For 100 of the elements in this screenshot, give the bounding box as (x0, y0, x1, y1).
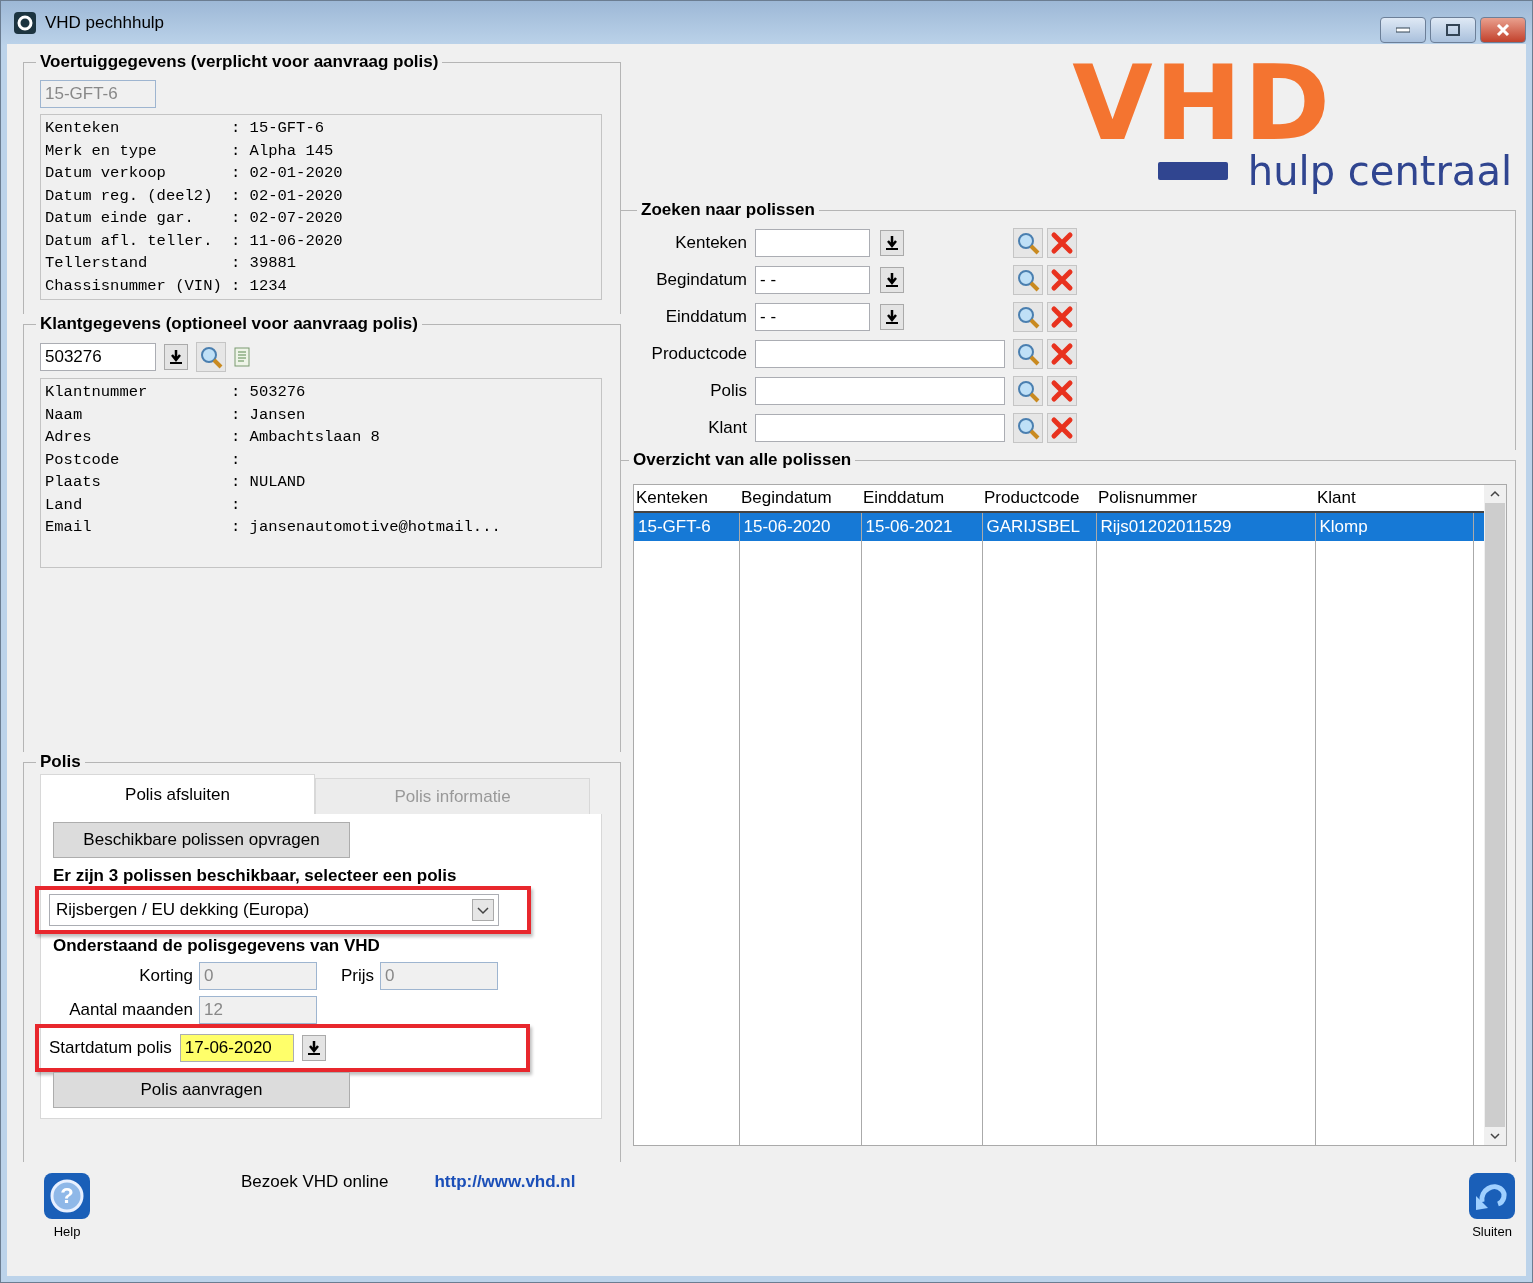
clear-icon[interactable] (1047, 412, 1077, 443)
separator-text: : (231, 449, 241, 471)
field-label: Prijs (341, 966, 375, 986)
scrollbar[interactable] (1484, 485, 1506, 1145)
field-label: Polis (709, 380, 747, 401)
field-label: Begindatum (655, 269, 747, 290)
info-value: Alpha 145 (249, 140, 334, 162)
clear-icon[interactable] (1047, 338, 1077, 369)
info-label: Datum reg. (deel2) (45, 185, 213, 207)
search-field[interactable] (755, 228, 870, 257)
start-date-field[interactable]: 17-06-2020 (179, 1034, 294, 1062)
info-value: 503276 (249, 382, 306, 403)
search-field[interactable] (755, 413, 1005, 442)
info-label: Datum verkoop (45, 163, 166, 184)
info-value: 39881 (249, 253, 297, 274)
separator-text: : (231, 472, 241, 493)
info-value: Jansen (249, 404, 306, 426)
window-title: VHD pechhhulp (45, 12, 165, 33)
caret-icon (472, 899, 494, 921)
search-icon[interactable] (1013, 375, 1043, 406)
search-icon[interactable] (196, 342, 226, 372)
info-label: Naam (45, 404, 83, 426)
search-icon[interactable] (1013, 412, 1043, 443)
info-label: Postcode (45, 449, 120, 471)
info-label: Klantnummer (45, 382, 148, 403)
info-value: 02-07-2020 (249, 208, 343, 229)
field-label: Klant (707, 417, 747, 438)
clear-icon[interactable] (1047, 264, 1077, 295)
separator-text: : (231, 208, 241, 229)
request-policy-button[interactable]: Polis aanvragen (53, 1072, 350, 1108)
separator-text: : (231, 253, 241, 274)
info-value: NULAND (249, 472, 306, 493)
scroll-down-icon[interactable] (1489, 1131, 1501, 1141)
info-label: Chassisnummer (VIN) (45, 275, 222, 297)
logo-tagline: hulp centraal (1247, 148, 1512, 194)
help-label: Help (53, 1224, 81, 1239)
table-cell[interactable]: Klomp (1315, 512, 1473, 541)
separator-text: : (231, 517, 241, 538)
separator-text: : (231, 185, 241, 207)
visit-text: Bezoek VHD online (241, 1172, 389, 1192)
field-label: Aantal maanden (68, 1000, 193, 1020)
search-field[interactable]: - - (755, 265, 870, 294)
minimize-button[interactable] (1380, 17, 1426, 43)
clear-icon[interactable] (1047, 301, 1077, 332)
field-label: Einddatum (664, 306, 747, 327)
app-icon (13, 10, 37, 35)
scroll-up-icon[interactable] (1489, 489, 1501, 499)
table-cell[interactable]: 15-GFT-6 (634, 512, 739, 541)
search-icon[interactable] (1013, 227, 1043, 258)
info-value: 02-01-2020 (249, 185, 343, 207)
policy-dropdown[interactable]: Rijsbergen / EU dekking (Europa) (49, 894, 499, 926)
info-label: Datum afl. teller. (45, 230, 213, 252)
separator-text: : (231, 382, 241, 403)
field-label: Productcode (650, 343, 747, 364)
info-label: Merk en type (45, 140, 157, 162)
logo-bar-icon (1157, 162, 1228, 180)
group-title: Voertuiggegevens (verplicht voor aanvraag polis) (39, 52, 440, 72)
search-icon[interactable] (1013, 301, 1043, 332)
clear-icon[interactable] (1047, 375, 1077, 406)
info-value: 02-01-2020 (249, 163, 343, 184)
info-label: Email (45, 517, 92, 538)
tab[interactable]: Polis afsluiten (40, 774, 315, 814)
website-link[interactable]: http://www.vhd.nl (434, 1172, 576, 1192)
info-label: Tellerstand (45, 253, 148, 274)
table-cell[interactable]: GARIJSBEL (982, 512, 1096, 541)
search-field[interactable] (755, 376, 1005, 405)
minimize-icon (1396, 27, 1410, 33)
info-label: Datum einde gar. (45, 208, 194, 229)
separator-text: : (231, 118, 241, 139)
info-value: 1234 (249, 275, 287, 297)
info-value: 11-06-2020 (249, 230, 343, 252)
info-label: Kenteken (45, 118, 120, 139)
request-policies-button[interactable]: Beschikbare polissen opvragen (53, 822, 350, 858)
group-title: Zoeken naar polissen (640, 200, 816, 220)
info-label: Land (45, 494, 83, 516)
separator-text: : (231, 494, 241, 516)
customer-number-field[interactable]: 503276 (40, 343, 156, 371)
group-title: Klantgegevens (optioneel voor aanvraag polis) (39, 314, 419, 334)
group-title: Polis (39, 752, 82, 772)
section-title: Onderstaand de polisgegevens van VHD (53, 936, 380, 956)
search-field[interactable]: - - (755, 302, 870, 331)
search-icon[interactable] (1013, 264, 1043, 295)
close-button[interactable] (1480, 17, 1526, 43)
table-cell[interactable]: 15-06-2021 (861, 512, 982, 541)
clear-icon[interactable] (1047, 227, 1077, 258)
search-field[interactable] (755, 339, 1005, 368)
field-label: Korting (138, 966, 193, 986)
separator-text: : (231, 140, 241, 162)
table-cell[interactable]: 15-06-2020 (739, 512, 861, 541)
field-label: Startdatum polis (49, 1038, 172, 1058)
table-cell[interactable]: Rijs01202011529 (1096, 512, 1315, 541)
search-icon[interactable] (1013, 338, 1043, 369)
logo-text: VHD (1072, 60, 1332, 146)
maximize-button[interactable] (1430, 17, 1476, 43)
info-value: jansenautomotive@hotmail... (249, 517, 501, 538)
separator-text: : (231, 427, 241, 448)
close-label: Sluiten (1472, 1224, 1512, 1239)
separator-text: : (231, 163, 241, 184)
field-label: Kenteken (674, 232, 747, 253)
group-title: Overzicht van alle polissen (632, 450, 853, 470)
